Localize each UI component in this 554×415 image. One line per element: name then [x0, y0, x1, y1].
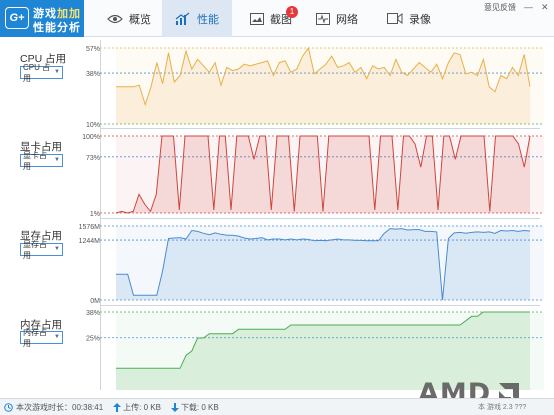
gpu-tick-label: 100%	[82, 134, 100, 141]
ram-tick-label: 25%	[86, 336, 100, 343]
cpu-tick-label: 10%	[86, 122, 100, 129]
vram-tick-label: 0M	[90, 298, 100, 305]
gpu-tick-label: 1%	[90, 211, 100, 218]
performance-charts: 57% 38% 10% 100% 73% 1% 1576M 1244M 0M 38% 25%	[79, 46, 544, 390]
download-arrow-icon	[170, 402, 179, 412]
status-bar: 本次游戏时长：00:38:41 上传: 0 KB 下载: 0 KB	[0, 398, 554, 415]
vram-tick-label: 1244M	[79, 238, 101, 245]
clock-icon	[4, 402, 13, 412]
ram-tick-label: 38%	[86, 310, 100, 317]
download-traffic: 下载: 0 KB	[180, 402, 219, 412]
version-label: 本 游戏 2.3 ???	[478, 404, 527, 411]
gpu-tick-label: 73%	[86, 155, 100, 162]
vram-tick-label: 1576M	[79, 224, 101, 231]
cpu-tick-label: 38%	[86, 71, 100, 78]
upload-arrow-icon	[113, 402, 122, 412]
cpu-tick-label: 57%	[86, 46, 100, 53]
upload-traffic: 上传: 0 KB	[123, 402, 161, 412]
session-duration: 本次游戏时长：00:38:41	[16, 402, 104, 412]
